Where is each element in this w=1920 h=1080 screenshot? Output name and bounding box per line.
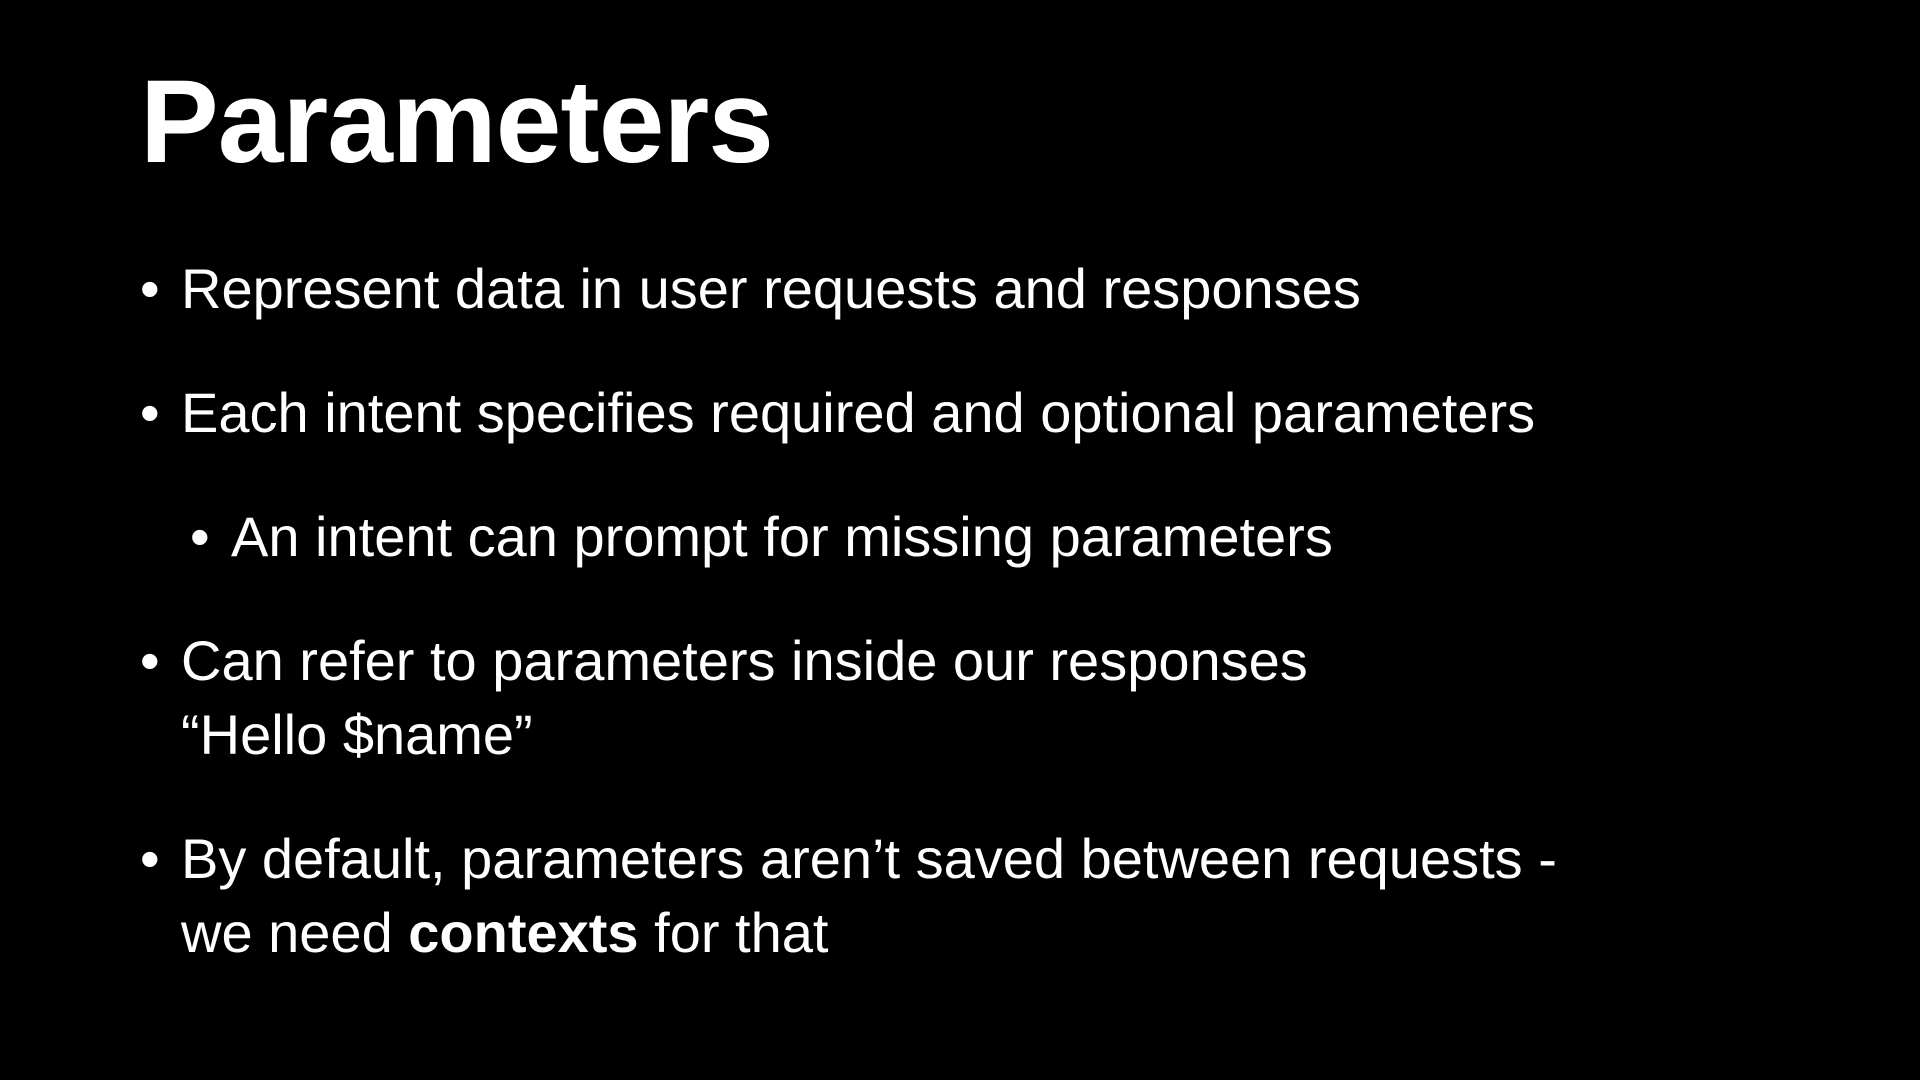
bullet-item: • Can refer to parameters inside our res…	[140, 624, 1840, 772]
bullet-icon: •	[140, 629, 160, 692]
bullet-text: By default, parameters aren’t saved betw…	[181, 827, 1557, 890]
bullet-icon: •	[140, 257, 160, 320]
bullet-item: • By default, parameters aren’t saved be…	[140, 822, 1840, 970]
bullet-item: • Represent data in user requests and re…	[140, 252, 1840, 326]
bullet-list: • Represent data in user requests and re…	[140, 252, 1840, 1020]
bullet-text: Represent data in user requests and resp…	[181, 257, 1361, 320]
bullet-text: An intent can prompt for missing paramet…	[231, 505, 1333, 568]
bullet-icon: •	[140, 381, 160, 444]
contexts-emphasis: contexts	[408, 901, 639, 964]
bullet-text-continuation: we need contexts for that	[181, 896, 1840, 970]
bullet-text: Can refer to parameters inside our respo…	[181, 629, 1308, 692]
bullet-item: • Each intent specifies required and opt…	[140, 376, 1840, 450]
slide: Parameters • Represent data in user requ…	[0, 0, 1920, 1080]
bullet-icon: •	[140, 827, 160, 890]
text-segment: we need	[181, 901, 409, 964]
text-segment: for that	[638, 901, 829, 964]
slide-title: Parameters	[140, 56, 774, 188]
sub-bullet-item: • An intent can prompt for missing param…	[190, 500, 1840, 574]
bullet-text: Each intent specifies required and optio…	[181, 381, 1536, 444]
bullet-example-text: “Hello $name”	[181, 703, 533, 766]
bullet-icon: •	[190, 505, 210, 568]
